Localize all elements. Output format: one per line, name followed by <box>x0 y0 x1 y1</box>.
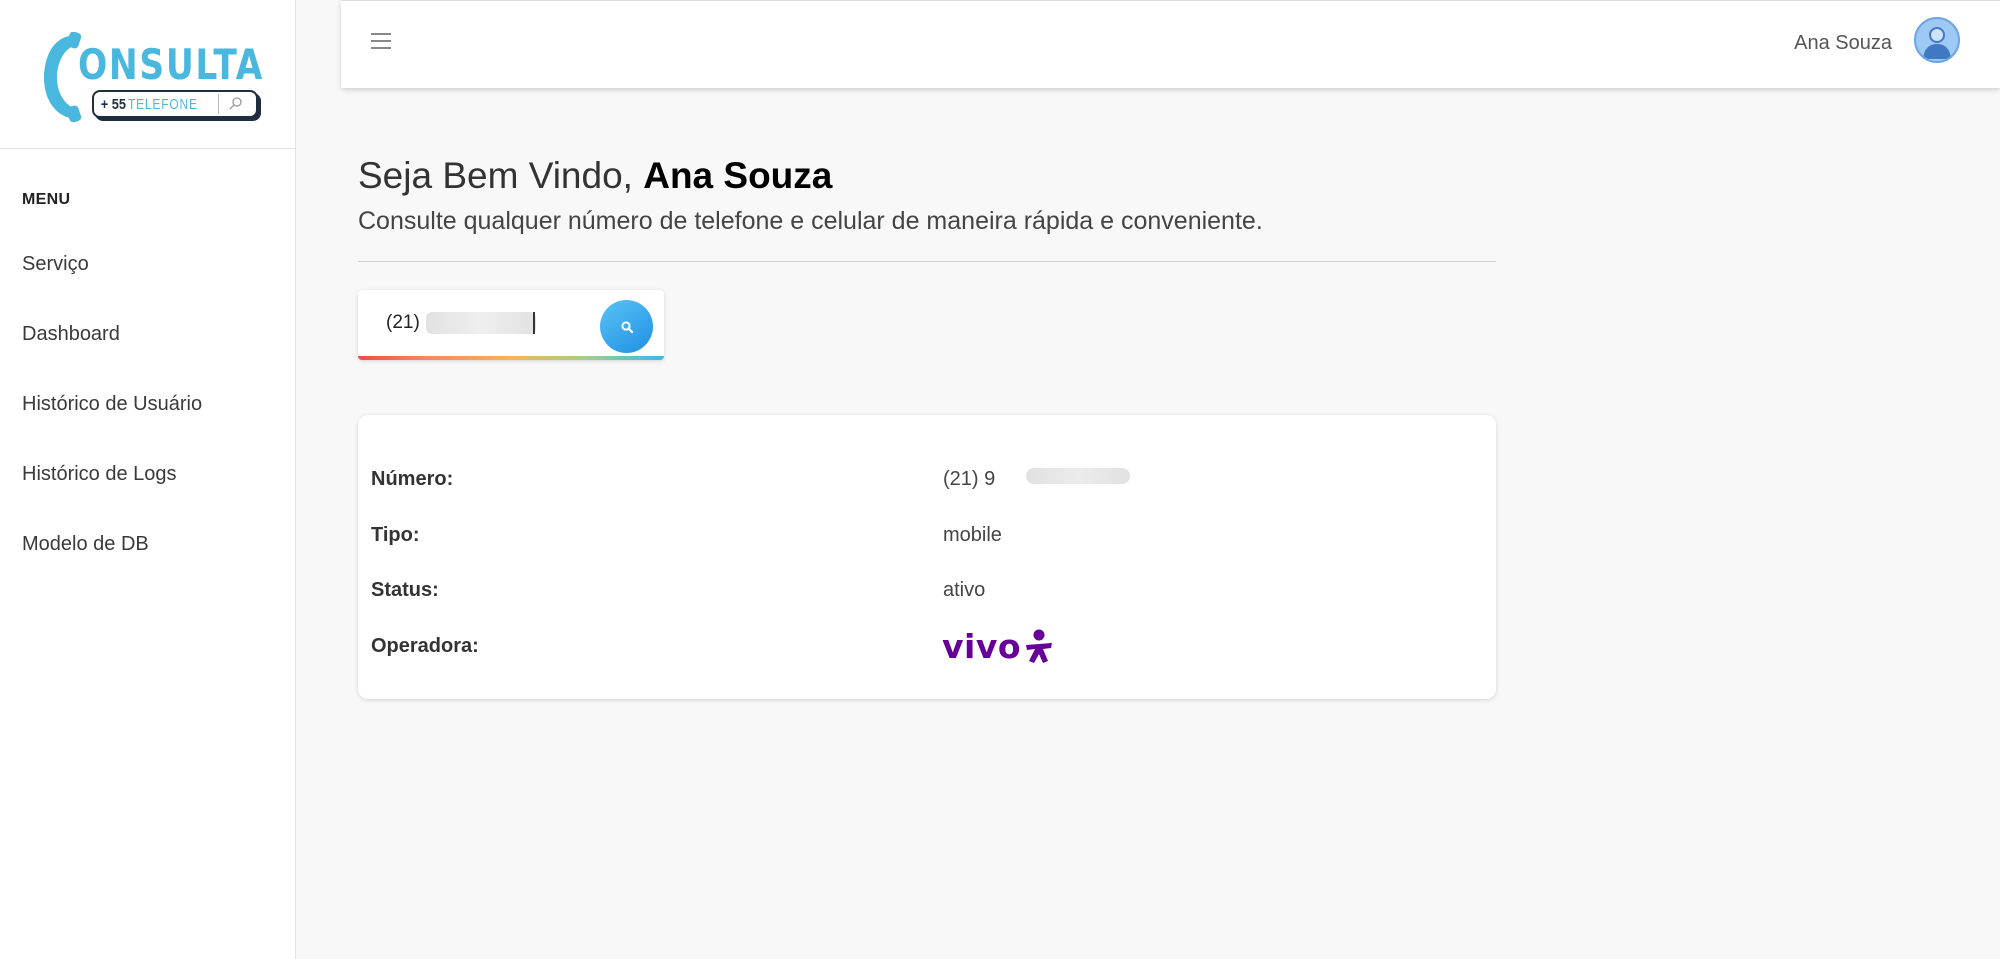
logo-telefone: TELEFONE <box>127 95 198 113</box>
tipo-label: Tipo: <box>371 524 420 546</box>
logo-country-code: + 55 <box>100 95 126 113</box>
search-icon <box>620 320 633 333</box>
status-value: ativo <box>943 579 986 601</box>
top-bar: Ana Souza <box>341 0 2000 88</box>
magnifier-icon <box>218 94 252 114</box>
user-avatar-icon[interactable] <box>1914 17 1960 63</box>
operadora-label: Operadora: <box>371 635 479 657</box>
tipo-value: mobile <box>943 524 1002 546</box>
logo-area: ONSULTA + 55 TELEFONE <box>0 0 295 149</box>
menu-title: MENU <box>22 191 71 208</box>
operadora-logo: vivo <box>942 627 1054 665</box>
logo-badge: + 55 TELEFONE <box>92 90 258 118</box>
result-card: Número: (21) 9 Tipo: mobile Status: ativ… <box>358 415 1496 699</box>
sidebar-item-modelo-db[interactable]: Modelo de DB <box>22 533 149 556</box>
hamburger-icon[interactable] <box>371 33 391 51</box>
welcome-heading: Seja Bem Vindo, Ana Souza <box>358 155 832 197</box>
divider <box>358 261 1496 262</box>
redacted-number <box>426 312 536 334</box>
search-button[interactable] <box>600 300 653 353</box>
phone-search-box <box>358 290 664 360</box>
sidebar-item-servico[interactable]: Serviço <box>22 253 89 276</box>
sidebar-item-historico-usuario[interactable]: Histórico de Usuário <box>22 393 202 416</box>
numero-value: (21) 9 <box>943 468 996 490</box>
status-label: Status: <box>371 579 439 601</box>
sidebar-item-historico-logs[interactable]: Histórico de Logs <box>22 463 177 486</box>
sidebar-item-dashboard[interactable]: Dashboard <box>22 323 120 346</box>
sidebar: ONSULTA + 55 TELEFONE MENU Serviço Dashb… <box>0 0 296 959</box>
redacted-number <box>1026 468 1130 484</box>
logo-wordmark: ONSULTA <box>78 40 265 89</box>
text-caret <box>533 312 535 334</box>
welcome-prefix: Seja Bem Vindo, <box>358 155 644 196</box>
welcome-name: Ana Souza <box>643 155 833 196</box>
page-subtitle: Consulte qualquer número de telefone e c… <box>358 207 1263 235</box>
operadora-value: vivo <box>942 626 1022 666</box>
search-underline <box>358 356 664 360</box>
user-name[interactable]: Ana Souza <box>1794 32 1892 55</box>
numero-label: Número: <box>371 468 454 490</box>
brand-logo[interactable]: ONSULTA + 55 TELEFONE <box>40 28 264 124</box>
vivo-figure-icon <box>1026 629 1053 663</box>
